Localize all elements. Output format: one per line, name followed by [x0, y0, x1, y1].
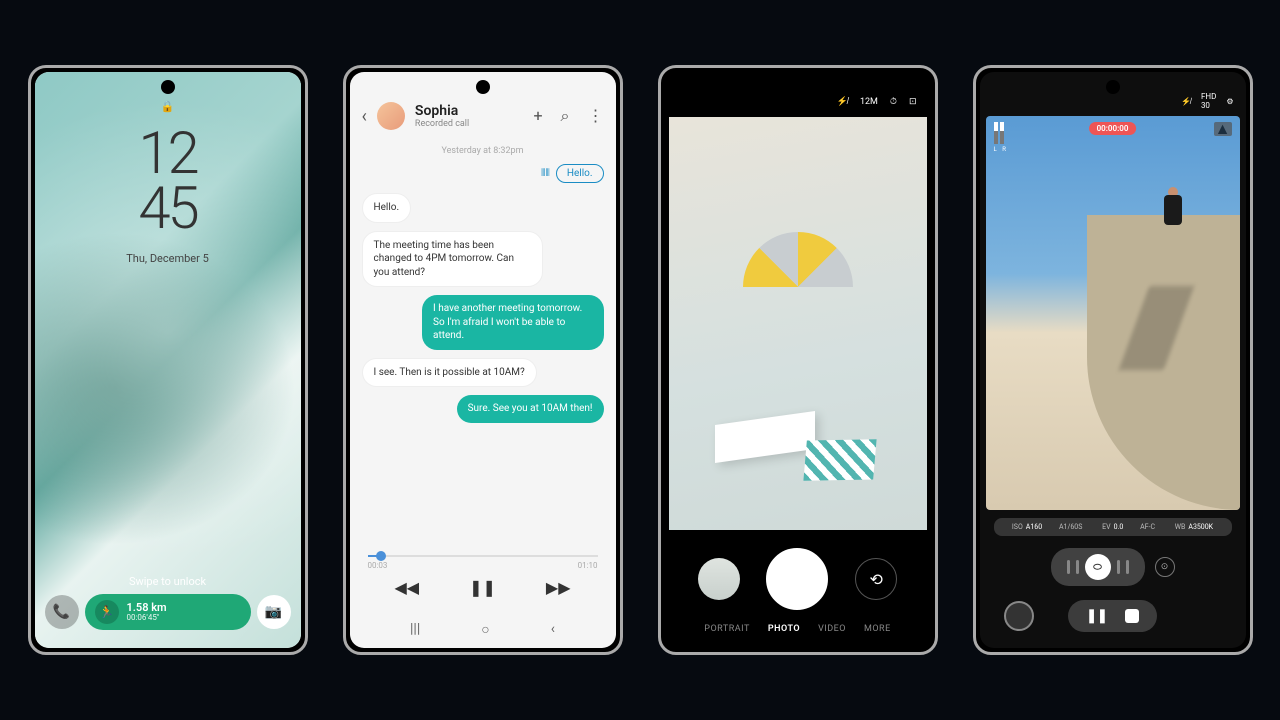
setting-focus[interactable]: AF-C — [1140, 523, 1158, 531]
switch-camera-button[interactable]: ⟲ — [855, 558, 897, 600]
setting-ev[interactable]: EV0.0 — [1102, 523, 1123, 531]
progress-thumb[interactable] — [376, 551, 386, 561]
camera-shortcut-button[interactable]: 📷 — [257, 595, 291, 629]
pro-video-screen: ⚡̸ FHD30 ⚙ L R 00:00:00 ▲ ISOA160 A1/60S — [980, 72, 1246, 648]
nav-back[interactable]: ‹ — [551, 621, 555, 638]
phone-shortcut-button[interactable]: 📞 — [45, 595, 79, 629]
phone-camera: ⚡̸ 12M ⏱ ⊡ ⟲ PORTRAIT PHOTO VIDE — [658, 65, 938, 655]
transcript-pill[interactable]: Hello. — [556, 164, 604, 183]
timer-icon[interactable]: ⏱ — [890, 97, 897, 107]
message-incoming[interactable]: I see. Then is it possible at 10AM? — [362, 358, 537, 388]
time-current: 00:03 — [368, 561, 388, 570]
camera-notch — [161, 80, 175, 94]
swipe-hint: Swipe to unlock — [129, 575, 206, 588]
messages-screen: ‹ Sophia Recorded call + ⌕ ⋮ Yesterday a… — [350, 72, 616, 648]
message-incoming[interactable]: Hello. — [362, 193, 412, 223]
time-total: 01:10 — [578, 561, 598, 570]
settings-icon[interactable]: ⚙ — [1226, 97, 1233, 106]
waveform-icon[interactable]: ⦀⦀ — [541, 168, 550, 179]
transcript-row: ⦀⦀ Hello. — [362, 164, 604, 183]
message-outgoing[interactable]: I have another meeting tomorrow. So I'm … — [422, 295, 604, 350]
clock-minutes: 45 — [138, 182, 196, 237]
record-controls: ❚❚ — [1068, 600, 1157, 632]
gallery-thumbnail[interactable] — [1004, 601, 1034, 631]
recording-badge: 00:00:00 — [1089, 122, 1137, 135]
mode-photo[interactable]: PHOTO — [768, 624, 800, 634]
add-button[interactable]: + — [533, 106, 542, 126]
setting-wb[interactable]: WBA3500K — [1175, 523, 1213, 531]
setting-iso[interactable]: ISOA160 — [1012, 523, 1042, 531]
flash-icon[interactable]: ⚡̸ — [837, 96, 848, 107]
search-button[interactable]: ⌕ — [561, 106, 570, 126]
phone-lockscreen: 🔒 12 45 Thu, December 5 Swipe to unlock … — [28, 65, 308, 655]
run-time: 00:06'45" — [127, 614, 167, 623]
zoom-value[interactable]: ⬭ — [1085, 554, 1111, 580]
megapixel-label[interactable]: 12M — [860, 97, 878, 107]
mode-video[interactable]: VIDEO — [818, 624, 846, 634]
contact-avatar[interactable] — [377, 102, 405, 130]
pause-button[interactable]: ❚❚ — [469, 578, 496, 597]
setting-shutter[interactable]: A1/60S — [1059, 523, 1085, 531]
umbrella-graphic — [743, 232, 853, 292]
forward-button[interactable]: ▶▶ — [546, 578, 571, 597]
skater-graphic — [1154, 187, 1194, 242]
pro-settings-bar[interactable]: ISOA160 A1/60S EV0.0 AF-C WBA3500K — [994, 518, 1232, 536]
ratio-icon[interactable]: ⊡ — [909, 97, 917, 107]
mode-portrait[interactable]: PORTRAIT — [704, 624, 750, 634]
phone-messages: ‹ Sophia Recorded call + ⌕ ⋮ Yesterday a… — [343, 65, 623, 655]
message-incoming[interactable]: The meeting time has been changed to 4PM… — [362, 231, 544, 288]
gallery-thumbnail[interactable] — [698, 558, 740, 600]
run-icon: 🏃 — [95, 600, 119, 624]
towel-graphic — [803, 440, 876, 481]
phone-pro-video: ⚡̸ FHD30 ⚙ L R 00:00:00 ▲ ISOA160 A1/60S — [973, 65, 1253, 655]
audio-lr-label: L R — [994, 146, 1008, 153]
nav-home[interactable]: ○ — [481, 621, 489, 638]
running-widget[interactable]: 🏃 1.58 km 00:06'45" — [85, 594, 251, 630]
audio-level-meter — [994, 122, 1004, 144]
timestamp: Yesterday at 8:32pm — [350, 146, 616, 156]
lounge-graphic — [715, 411, 815, 463]
shutter-button[interactable] — [766, 548, 828, 610]
zoom-slider[interactable]: ⬭ — [1051, 548, 1145, 586]
rewind-button[interactable]: ◀◀ — [394, 578, 419, 597]
date-label: Thu, December 5 — [126, 252, 209, 265]
navbar: ||| ○ ‹ — [350, 609, 616, 648]
camera-bottom: ⟲ PORTRAIT PHOTO VIDEO MORE — [665, 540, 931, 648]
lock-icon: 🔒 — [161, 100, 175, 113]
histogram-button[interactable]: ▲ — [1214, 122, 1232, 136]
camera-modes[interactable]: PORTRAIT PHOTO VIDEO MORE — [665, 624, 931, 634]
audio-player: 00:03 01:10 ◀◀ ❚❚ ▶▶ — [350, 545, 616, 609]
camera-screen: ⚡̸ 12M ⏱ ⊡ ⟲ PORTRAIT PHOTO VIDE — [665, 72, 931, 648]
more-button[interactable]: ⋮ — [588, 106, 604, 126]
pro-video-bottom: ❚❚ — [980, 592, 1246, 648]
camera-notch — [476, 80, 490, 94]
nav-recents[interactable]: ||| — [410, 621, 420, 638]
contact-name: Sophia — [415, 103, 524, 119]
progress-bar[interactable] — [368, 555, 598, 557]
back-button[interactable]: ‹ — [362, 106, 367, 127]
camera-notch — [1106, 80, 1120, 94]
clock-hours: 12 — [138, 127, 196, 182]
ae-lock-button[interactable]: ⊙ — [1155, 557, 1175, 577]
flash-icon[interactable]: ⚡̸ — [1181, 97, 1191, 106]
bottom-bar: 📞 🏃 1.58 km 00:06'45" 📷 — [45, 594, 291, 630]
message-outgoing[interactable]: Sure. See you at 10AM then! — [457, 395, 604, 423]
lockscreen[interactable]: 🔒 12 45 Thu, December 5 Swipe to unlock … — [35, 72, 301, 648]
clock: 12 45 — [138, 127, 196, 237]
zoom-row: ⬭ ⊙ — [980, 548, 1246, 586]
viewfinder[interactable]: L R 00:00:00 ▲ — [986, 116, 1240, 510]
mode-more[interactable]: MORE — [864, 624, 891, 634]
viewfinder[interactable] — [669, 117, 927, 530]
contact-info[interactable]: Sophia Recorded call — [415, 103, 524, 129]
pause-button[interactable]: ❚❚ — [1086, 608, 1107, 624]
camera-notch — [791, 80, 805, 94]
contact-subtitle: Recorded call — [415, 119, 524, 129]
stop-button[interactable] — [1125, 609, 1139, 623]
run-distance: 1.58 km — [127, 602, 167, 614]
resolution-label[interactable]: FHD30 — [1201, 92, 1216, 110]
messages-list[interactable]: ⦀⦀ Hello. Hello. The meeting time has be… — [350, 164, 616, 545]
